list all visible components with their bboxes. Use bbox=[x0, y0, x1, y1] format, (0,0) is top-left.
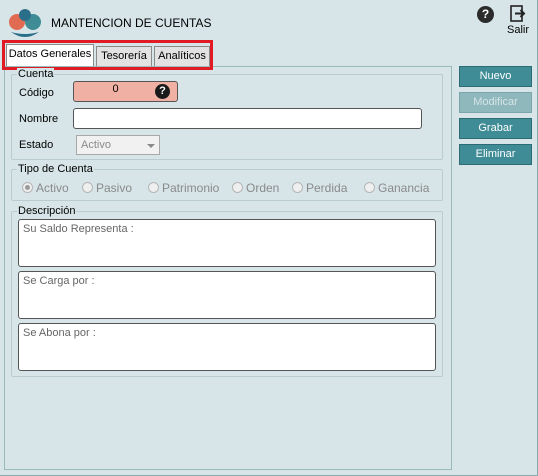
radio-activo-label: Activo bbox=[36, 181, 69, 195]
radio-orden[interactable]: Orden bbox=[232, 181, 279, 195]
se-carga-por-field[interactable]: Se Carga por : bbox=[18, 271, 436, 319]
radio-ganancia[interactable]: Ganancia bbox=[364, 181, 429, 195]
radio-pasivo-label: Pasivo bbox=[96, 181, 133, 195]
radio-pasivo-indicator bbox=[82, 182, 93, 193]
radio-activo-indicator bbox=[22, 182, 33, 193]
exit-icon bbox=[510, 5, 526, 22]
tabs-highlight-box bbox=[2, 40, 213, 70]
radio-patrimonio[interactable]: Patrimonio bbox=[148, 181, 219, 195]
exit-label: Salir bbox=[506, 24, 529, 36]
saldo-representa-label: Su Saldo Representa : bbox=[23, 223, 134, 235]
codigo-value: 0 bbox=[112, 83, 119, 95]
nuevo-button[interactable]: Nuevo bbox=[459, 66, 532, 87]
help-icon[interactable]: ? bbox=[477, 6, 494, 23]
cuenta-legend: Cuenta bbox=[17, 68, 55, 80]
modificar-button[interactable]: Modificar bbox=[459, 92, 532, 113]
radio-ganancia-label: Ganancia bbox=[378, 181, 430, 195]
grabar-button[interactable]: Grabar bbox=[459, 118, 532, 139]
nombre-input[interactable] bbox=[73, 108, 422, 129]
codigo-help-icon[interactable]: ? bbox=[155, 84, 170, 99]
se-abona-por-field[interactable]: Se Abona por : bbox=[18, 323, 436, 371]
se-abona-por-label: Se Abona por : bbox=[23, 327, 96, 339]
window-title: MANTENCION DE CUENTAS bbox=[51, 16, 212, 30]
estado-select[interactable]: Activo bbox=[76, 135, 160, 155]
exit-button[interactable]: Salir bbox=[505, 5, 531, 36]
estado-label: Estado bbox=[19, 139, 54, 151]
descripcion-legend: Descripción bbox=[17, 205, 77, 217]
account-maintenance-window: MANTENCION DE CUENTAS ? Salir Datos Gene… bbox=[0, 0, 538, 476]
chevron-down-icon bbox=[147, 144, 155, 148]
radio-perdida-indicator bbox=[292, 182, 303, 193]
app-logo-icon bbox=[9, 9, 41, 37]
radio-ganancia-indicator bbox=[364, 182, 375, 193]
radio-perdida[interactable]: Perdida bbox=[292, 181, 347, 195]
codigo-label: Código bbox=[19, 87, 54, 99]
estado-value: Activo bbox=[81, 139, 111, 151]
eliminar-button[interactable]: Eliminar bbox=[459, 144, 532, 165]
nombre-label: Nombre bbox=[19, 113, 59, 125]
radio-perdida-label: Perdida bbox=[306, 181, 348, 195]
radio-activo[interactable]: Activo bbox=[22, 181, 69, 195]
codigo-field[interactable]: 0 ? bbox=[73, 81, 178, 102]
tipo-cuenta-legend: Tipo de Cuenta bbox=[17, 163, 94, 175]
saldo-representa-field[interactable]: Su Saldo Representa : bbox=[18, 219, 436, 267]
radio-patrimonio-indicator bbox=[148, 182, 159, 193]
radio-orden-indicator bbox=[232, 182, 243, 193]
se-carga-por-label: Se Carga por : bbox=[23, 275, 95, 287]
radio-pasivo[interactable]: Pasivo bbox=[82, 181, 132, 195]
radio-orden-label: Orden bbox=[246, 181, 280, 195]
radio-patrimonio-label: Patrimonio bbox=[162, 181, 220, 195]
